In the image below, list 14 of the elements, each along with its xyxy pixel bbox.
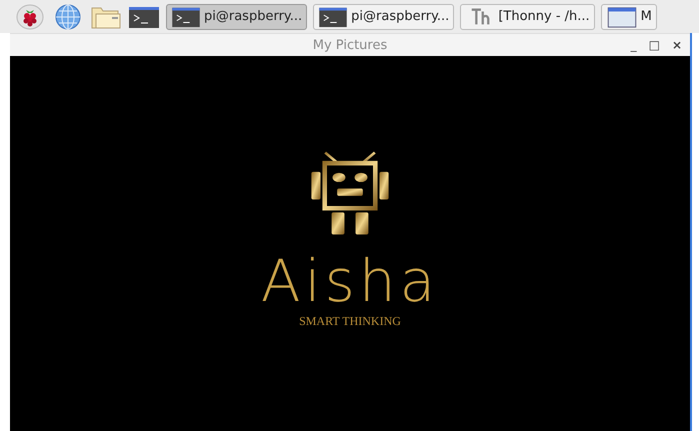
close-button[interactable]: × [668, 35, 686, 55]
maximize-button[interactable]: □ [644, 35, 664, 55]
taskbar-button[interactable]: M [600, 4, 657, 30]
terminal-icon [318, 6, 348, 28]
logo-wordmark: Aisha [260, 250, 440, 312]
terminal-icon [171, 6, 201, 28]
window-title: My Pictures [312, 38, 388, 52]
taskbar-button[interactable]: pi@raspberry... [166, 4, 308, 30]
minimize-button[interactable]: _ [626, 35, 641, 55]
taskbar-button[interactable]: [Thonny - /h... [460, 4, 595, 30]
taskbar-button[interactable]: pi@raspberry... [313, 4, 454, 30]
logo-tagline: SMART THINKING [299, 314, 401, 329]
window-icon [606, 6, 638, 28]
raspberry-icon[interactable] [14, 2, 46, 30]
